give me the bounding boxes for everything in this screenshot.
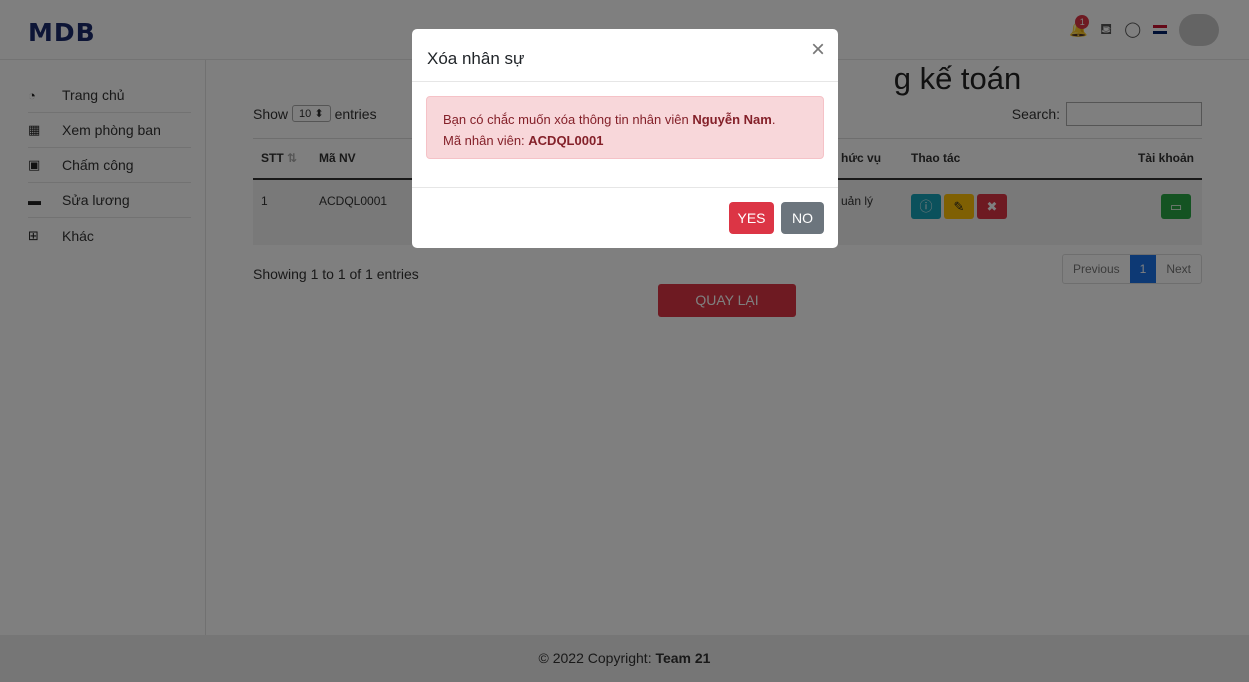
modal-header: Xóa nhân sự × xyxy=(412,29,838,82)
employee-name: Nguyễn Nam xyxy=(692,112,772,127)
close-icon[interactable]: × xyxy=(811,38,825,62)
delete-employee-modal: Xóa nhân sự × Bạn có chắc muốn xóa thông… xyxy=(412,29,838,248)
modal-footer: YES NO xyxy=(412,188,838,248)
modal-title: Xóa nhân sự xyxy=(427,49,525,68)
employee-id: ACDQL0001 xyxy=(528,133,604,148)
modal-body: Bạn có chắc muốn xóa thông tin nhân viên… xyxy=(412,82,838,188)
no-button[interactable]: NO xyxy=(781,202,824,234)
confirm-alert: Bạn có chắc muốn xóa thông tin nhân viên… xyxy=(426,96,824,159)
yes-button[interactable]: YES xyxy=(729,202,774,234)
